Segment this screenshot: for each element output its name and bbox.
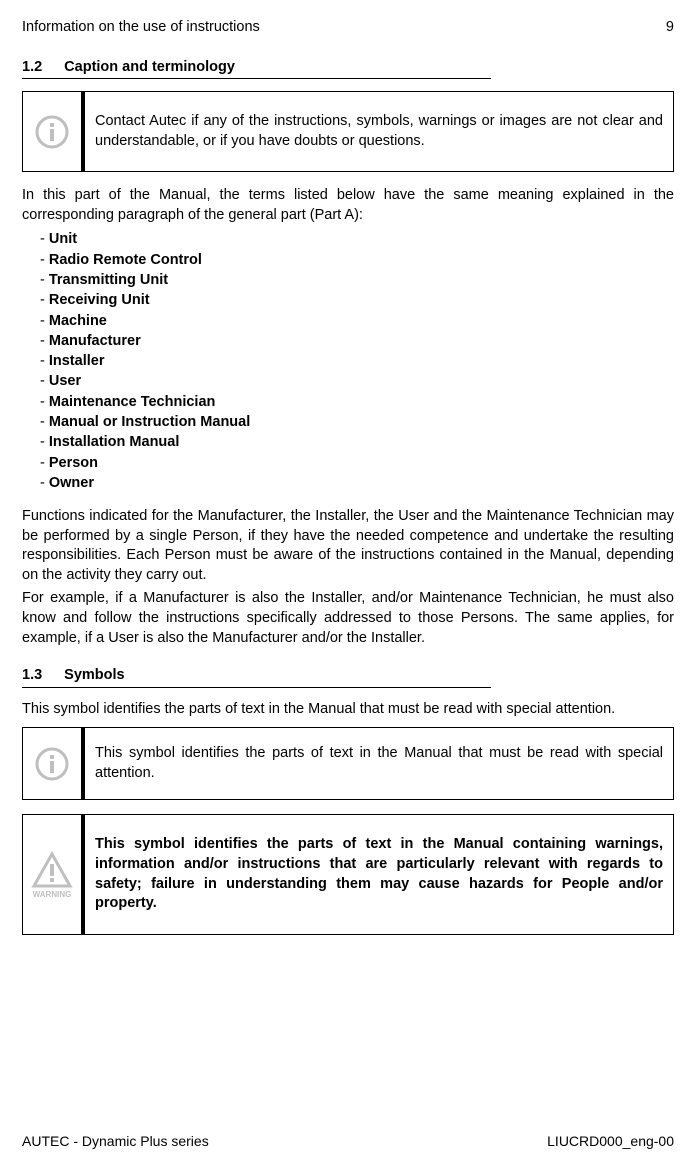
section-heading-1-2: 1.2 Caption and terminology: [22, 58, 491, 80]
list-item: Radio Remote Control: [40, 250, 674, 270]
section-title: Symbols: [64, 666, 124, 686]
paragraph-functions: Functions indicated for the Manufacturer…: [22, 507, 674, 585]
list-item: Receiving Unit: [40, 290, 674, 310]
list-item: Manufacturer: [40, 331, 674, 351]
paragraph-example: For example, if a Manufacturer is also t…: [22, 589, 674, 648]
warning-box-text: This symbol identifies the parts of text…: [85, 815, 673, 933]
footer-right: LIUCRD000_eng-00: [547, 1132, 674, 1151]
list-item: Manual or Instruction Manual: [40, 412, 674, 432]
section-num: 1.3: [22, 666, 42, 686]
list-item: Maintenance Technician: [40, 392, 674, 412]
section-title: Caption and terminology: [64, 58, 235, 78]
header-title: Information on the use of instructions: [22, 18, 260, 38]
section-heading-1-3: 1.3 Symbols: [22, 666, 491, 688]
page-number: 9: [666, 18, 674, 38]
footer-left: AUTEC - Dynamic Plus series: [22, 1132, 209, 1151]
list-item: Installation Manual: [40, 432, 674, 452]
list-item: Owner: [40, 473, 674, 493]
list-item: Unit: [40, 229, 674, 249]
warning-box: WARNING This symbol identifies the parts…: [22, 814, 674, 934]
list-item: Machine: [40, 311, 674, 331]
info-box-text: This symbol identifies the parts of text…: [85, 728, 673, 799]
list-item: Person: [40, 453, 674, 473]
info-box-2: This symbol identifies the parts of text…: [22, 727, 674, 800]
svg-text:WARNING: WARNING: [33, 890, 72, 899]
info-icon: [23, 728, 85, 799]
warning-icon: WARNING: [23, 815, 85, 933]
paragraph-symbol-intro: This symbol identifies the parts of text…: [22, 700, 674, 720]
paragraph-intro-terms: In this part of the Manual, the terms li…: [22, 186, 674, 225]
list-item: Transmitting Unit: [40, 270, 674, 290]
terms-list: Unit Radio Remote Control Transmitting U…: [22, 229, 674, 493]
section-num: 1.2: [22, 58, 42, 78]
info-box-text: Contact Autec if any of the instructions…: [85, 92, 673, 171]
list-item: Installer: [40, 351, 674, 371]
info-box-1: Contact Autec if any of the instructions…: [22, 91, 674, 172]
info-icon: [23, 92, 85, 171]
list-item: User: [40, 371, 674, 391]
